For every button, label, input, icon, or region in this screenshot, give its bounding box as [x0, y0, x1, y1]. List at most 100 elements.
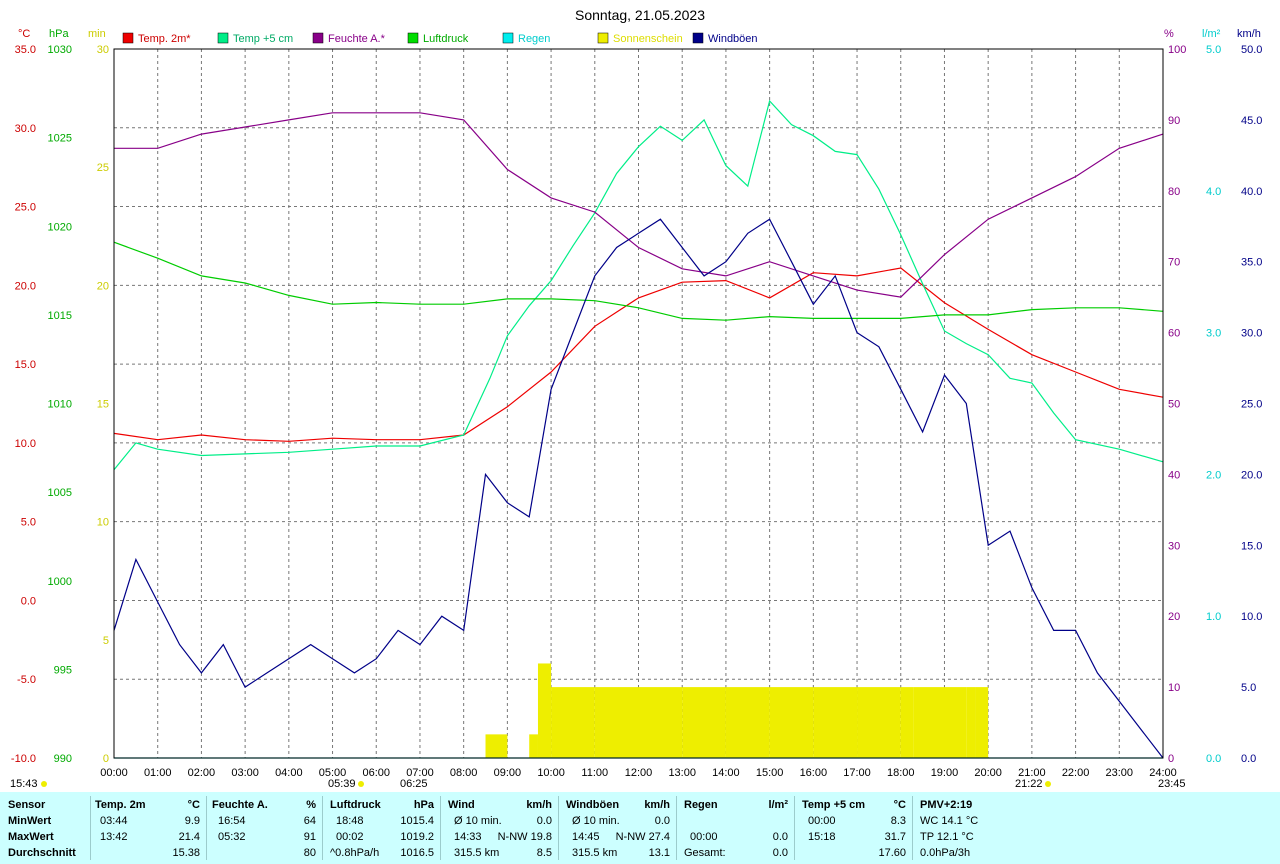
sunshine-bar	[485, 734, 508, 758]
humidity-tick-label: 40	[1168, 469, 1180, 481]
sun-tick-label: 15	[97, 399, 109, 411]
sunrise-time-1: 05:39	[328, 778, 356, 790]
col-title: Feuchte A.	[212, 799, 268, 811]
avg-value: 17.60	[878, 847, 906, 859]
x-tick-label: 03:00	[231, 767, 259, 779]
max-time: 00:02	[336, 831, 364, 843]
avg-value: 1016.5	[400, 847, 434, 859]
pressure-tick-label: 1005	[48, 487, 72, 499]
temp-tick-label: 25.0	[15, 202, 36, 214]
temp-tick-label: 0.0	[21, 595, 36, 607]
chart-title: Sonntag, 21.05.2023	[575, 7, 705, 23]
sunset-time: 21:22	[1015, 778, 1043, 790]
sunshine-bar	[966, 687, 976, 758]
humidity-tick-label: 90	[1168, 115, 1180, 127]
x-tick-label: 12:00	[625, 767, 653, 779]
gust-avg-label: Ø 10 min.	[572, 815, 620, 827]
sunshine-bar	[682, 687, 726, 758]
pressure-tick-label: 1010	[48, 399, 72, 411]
legend-swatch	[217, 32, 229, 44]
legend-item: Regen	[502, 32, 550, 45]
pressure-change: 0.0hPa/3h	[920, 847, 971, 859]
wind-tick-label: 20.0	[1241, 469, 1262, 481]
x-tick-label: 06:00	[362, 767, 390, 779]
summary-gusts: Windböen km/h Ø 10 min. 0.0 14:45 N-NW 2…	[558, 792, 676, 864]
pressure-tick-label: 995	[54, 664, 72, 676]
summary-humidity: Feuchte A. % 16:54 64 05:32 91 80	[206, 792, 322, 864]
bottom-right-time: 23:45	[1158, 778, 1186, 790]
humidity-tick-label: 20	[1168, 611, 1180, 623]
sun-unit: min	[88, 28, 106, 40]
legend-swatch	[692, 32, 704, 44]
max-time: 13:42	[100, 831, 128, 843]
col-unit: %	[306, 799, 316, 811]
legend-item: Feuchte A.*	[312, 32, 386, 45]
legend-label: Regen	[518, 33, 550, 45]
x-tick-label: 10:00	[537, 767, 565, 779]
legend-swatch	[502, 32, 514, 44]
x-tick-label: 13:00	[668, 767, 696, 779]
sun-tick-label: 30	[97, 44, 109, 56]
pressure-tick-label: 1020	[48, 221, 72, 233]
x-tick-label: 00:00	[100, 767, 128, 779]
summary-temp5: Temp +5 cm °C 00:00 8.3 15:18 31.7 17.60	[794, 792, 912, 864]
avg-value: 13.1	[648, 847, 670, 859]
col-title: Windböen	[566, 799, 620, 811]
col-title: PMV+2:19	[920, 799, 973, 811]
sun-tick-label: 5	[103, 635, 109, 647]
temp-tick-label: 20.0	[15, 280, 36, 292]
wind-tick-label: 35.0	[1241, 257, 1262, 269]
x-tick-label: 18:00	[887, 767, 915, 779]
sunrise-time-2: 06:25	[400, 778, 428, 790]
wind-tick-label: 15.0	[1241, 540, 1262, 552]
temp-tick-label: 10.0	[15, 438, 36, 450]
row-label: MinWert	[8, 815, 52, 827]
legend-item: Sonnenschein	[597, 32, 683, 45]
min-value: 1015.4	[400, 815, 434, 827]
sunshine-bar	[551, 687, 595, 758]
temp-tick-label: 35.0	[15, 44, 36, 56]
sun-tick-label: 10	[97, 517, 109, 529]
wind-avg-label: Ø 10 min.	[454, 815, 502, 827]
summary-pmv: PMV+2:19 WC 14.1 °C TP 12.1 °C 0.0hPa/3h	[912, 792, 1032, 864]
legend-swatch	[407, 32, 419, 44]
x-tick-label: 04:00	[275, 767, 303, 779]
humidity-tick-label: 10	[1168, 682, 1180, 694]
max-time: 14:33	[454, 831, 482, 843]
min-time: 18:48	[336, 815, 364, 827]
summary-pressure: Luftdruck hPa 18:48 1015.4 00:02 1019.2 …	[322, 792, 440, 864]
legend-item: Luftdruck	[407, 32, 469, 45]
sunshine-bar	[638, 687, 683, 758]
row-label: Durchschnitt	[8, 847, 76, 859]
x-tick-label: 16:00	[800, 767, 828, 779]
max-value: N-NW 19.8	[497, 831, 552, 843]
pressure-tick-label: 1000	[48, 576, 72, 588]
wind-tick-label: 0.0	[1241, 753, 1256, 765]
x-tick-label: 23:00	[1106, 767, 1134, 779]
min-time: 00:00	[808, 815, 836, 827]
wind-tick-label: 50.0	[1241, 44, 1262, 56]
sun-tick-label: 20	[97, 280, 109, 292]
x-tick-label: 19:00	[931, 767, 959, 779]
sun-tick-label: 0	[103, 753, 109, 765]
summary-row-labels: Sensor MinWert MaxWert Durchschnitt	[0, 792, 90, 864]
summary-temp2m: Temp. 2m °C 03:44 9.9 13:42 21.4 15.38	[90, 792, 206, 864]
legend-label: Sonnenschein	[613, 33, 683, 45]
col-unit: l/m²	[768, 799, 788, 811]
x-tick-label: 09:00	[494, 767, 522, 779]
rain-time: 00:00	[690, 831, 718, 843]
wind-distance: 315.5 km	[454, 847, 500, 859]
sunshine-bar	[813, 687, 858, 758]
max-value: N-NW 27.4	[615, 831, 670, 843]
temp-tick-label: 5.0	[21, 517, 36, 529]
max-value: 91	[303, 831, 316, 843]
rain-tick-label: 0.0	[1206, 753, 1221, 765]
gust-distance: 315.5 km	[572, 847, 618, 859]
sunshine-bar	[725, 687, 770, 758]
rain-tick-label: 4.0	[1206, 186, 1221, 198]
col-title: Wind	[448, 799, 475, 811]
min-time: 03:44	[100, 815, 128, 827]
pressure-tick-label: 990	[54, 753, 72, 765]
humidity-tick-label: 70	[1168, 257, 1180, 269]
legend-swatch	[122, 32, 134, 44]
